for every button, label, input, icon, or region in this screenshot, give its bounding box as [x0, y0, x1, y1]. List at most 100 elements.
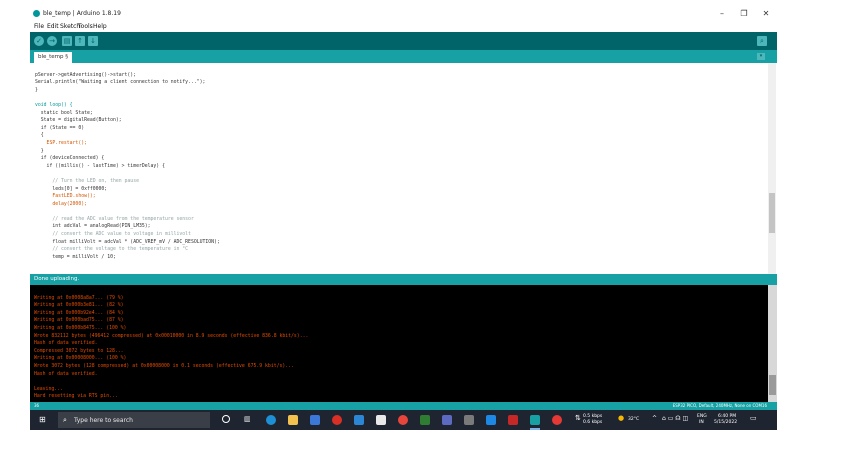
app3-icon[interactable] [464, 415, 474, 425]
maximize-button[interactable]: ❐ [737, 9, 751, 19]
code-line: State = digitalRead(Button); [35, 118, 122, 124]
editor-scrollbar[interactable] [768, 63, 776, 274]
network-down: 0.6 kbps [583, 420, 603, 425]
close-button[interactable]: ✕ [759, 9, 773, 19]
minimize-button[interactable]: – [715, 9, 729, 19]
arduino-app-icon [33, 10, 40, 17]
code-line: FastLED.show(); [35, 194, 96, 200]
code-line: pServer->getAdvertising()->start(); [35, 72, 137, 78]
code-line: void loop() { [35, 102, 73, 108]
console-scrollbar[interactable] [768, 285, 777, 402]
code-line: // read the ADC value from the temperatu… [35, 216, 194, 222]
clock-time[interactable]: 6:40 PM [718, 414, 736, 419]
task-view-icon[interactable]: ▥ [244, 415, 253, 423]
windows-start-icon[interactable]: ⊞ [39, 416, 47, 424]
code-line: // convert the voltage to the temperatur… [35, 247, 189, 253]
weather-sun-icon: ● [618, 414, 625, 422]
new-sketch-button[interactable]: ▤ [62, 36, 72, 46]
arduino-taskbar-icon[interactable] [530, 415, 540, 425]
console-scroll-thumb[interactable] [769, 375, 776, 395]
app4-icon[interactable] [486, 415, 496, 425]
code-line: int adcVal = analogRead(PIN_LM35); [35, 224, 151, 230]
network-up: 0.5 kbps [583, 414, 603, 419]
menu-bar: File Edit Sketch Tools Help [30, 21, 777, 32]
window-title: ble_temp | Arduino 1.8.19 [43, 10, 121, 17]
editor-scroll-thumb[interactable] [769, 193, 775, 233]
menu-tools[interactable]: Tools [78, 23, 93, 30]
verify-button[interactable]: ✓ [34, 36, 44, 46]
edge-icon[interactable] [266, 415, 276, 425]
toolbar: ✓ → ▤ ↑ ↓ ⌕ [30, 32, 777, 50]
language-bottom[interactable]: IN [699, 420, 704, 425]
console-line: Writing at 0x00008000... (100 %) [34, 356, 127, 362]
code-line: if ((millis() - lastTime) > timerDelay) … [35, 163, 165, 169]
search-icon: ⌕ [63, 416, 67, 424]
language-top[interactable]: ENG [697, 414, 707, 419]
footer-bar: 36 ESP32 PICO, Default, 240MHz, None on … [30, 402, 777, 410]
app2-icon[interactable] [442, 415, 452, 425]
code-line: } [35, 87, 38, 93]
tray-chevron-icon[interactable]: ^ [652, 416, 657, 422]
code-line: } [35, 148, 44, 154]
console-line: Writing at 0x0008a8a7... (79 %) [34, 295, 124, 301]
code-line: Serial.println("Waiting a client connect… [35, 80, 206, 86]
console-line: Writing at 0x000b92e4... (84 %) [34, 310, 124, 316]
search-placeholder: Type here to search [74, 417, 133, 424]
console-line: Writing at 0x000b3e81... (82 %) [34, 303, 124, 309]
code-line: { [35, 133, 44, 139]
board-info: ESP32 PICO, Default, 240MHz, None on COM… [672, 403, 767, 408]
line-number: 36 [34, 403, 40, 408]
menu-help[interactable]: Help [93, 23, 107, 30]
app-icon[interactable] [376, 415, 386, 425]
tab-bar: ble_temp § ▾ [30, 50, 777, 63]
console-line: Hash of data verified. [34, 371, 98, 377]
console-line: Hard resetting via RTS pin... [34, 394, 118, 400]
vscode-icon[interactable] [354, 415, 364, 425]
weather-temp[interactable]: 32°C [628, 417, 639, 422]
code-line: static bool State; [35, 110, 93, 116]
file-explorer-icon[interactable] [288, 415, 298, 425]
arduino-window: ble_temp | Arduino 1.8.19 – ❐ ✕ File Edi… [30, 7, 777, 430]
menu-edit[interactable]: Edit [47, 23, 59, 30]
code-line: leds[0] = 0xff0000; [35, 186, 108, 192]
code-text: pServer->getAdvertising()->start(); Seri… [35, 64, 220, 269]
menu-file[interactable]: File [34, 23, 44, 30]
code-line: if (deviceConnected) { [35, 156, 105, 162]
store-icon[interactable] [310, 415, 320, 425]
clock-date[interactable]: 5/15/2022 [714, 420, 737, 425]
console-line: Writing at 0x000bad75... (87 %) [34, 318, 124, 324]
status-bar: Done uploading. [30, 274, 777, 285]
output-console[interactable]: Writing at 0x0008a8a7... (79 %) Writing … [30, 285, 777, 402]
windows-taskbar: ⊞ ⌕ Type here to search ▥ ⇅ 0.5 kbps 0.6… [30, 410, 777, 430]
status-text: Done uploading. [34, 276, 80, 282]
cortana-icon[interactable] [222, 415, 230, 423]
code-line: float milliVolt = adcVal * (ADC_VREF_mV … [35, 239, 220, 245]
code-line: ESP.restart(); [35, 140, 87, 146]
app6-icon[interactable] [552, 415, 562, 425]
taskbar-search-box[interactable]: ⌕ Type here to search [58, 412, 210, 428]
tab-menu-button[interactable]: ▾ [757, 53, 765, 60]
chrome-icon[interactable] [398, 415, 408, 425]
upload-button[interactable]: → [47, 36, 57, 46]
tray-icons[interactable]: ⌂ ▭ ☊ ◫ [662, 416, 688, 422]
opera-icon[interactable] [332, 415, 342, 425]
tab-ble-temp[interactable]: ble_temp § [34, 52, 72, 63]
console-line: Wrote 3072 bytes (128 compressed) at 0x0… [34, 363, 294, 369]
code-editor[interactable]: pServer->getAdvertising()->start(); Seri… [30, 63, 777, 274]
network-arrows-icon: ⇅ [575, 414, 581, 422]
open-sketch-button[interactable]: ↑ [75, 36, 85, 46]
console-line: Wrote 832112 bytes (496412 compressed) a… [34, 333, 309, 339]
active-app-indicator [530, 428, 540, 430]
console-line: Compressed 3072 bytes to 128... [34, 348, 124, 354]
save-sketch-button[interactable]: ↓ [88, 36, 98, 46]
excel-icon[interactable] [420, 415, 430, 425]
serial-monitor-button[interactable]: ⌕ [757, 36, 767, 46]
console-line: Leaving... [34, 386, 63, 392]
code-line: delay(2000); [35, 201, 87, 207]
notification-icon[interactable]: ▭ [750, 415, 757, 422]
app5-icon[interactable] [508, 415, 518, 425]
code-line: temp = milliVolt / 10; [35, 254, 116, 260]
code-line: // Turn the LED on, then pause [35, 178, 139, 184]
code-line: // convert the ADC value to voltage in m… [35, 232, 191, 238]
code-line: if (State == 0) [35, 125, 85, 131]
